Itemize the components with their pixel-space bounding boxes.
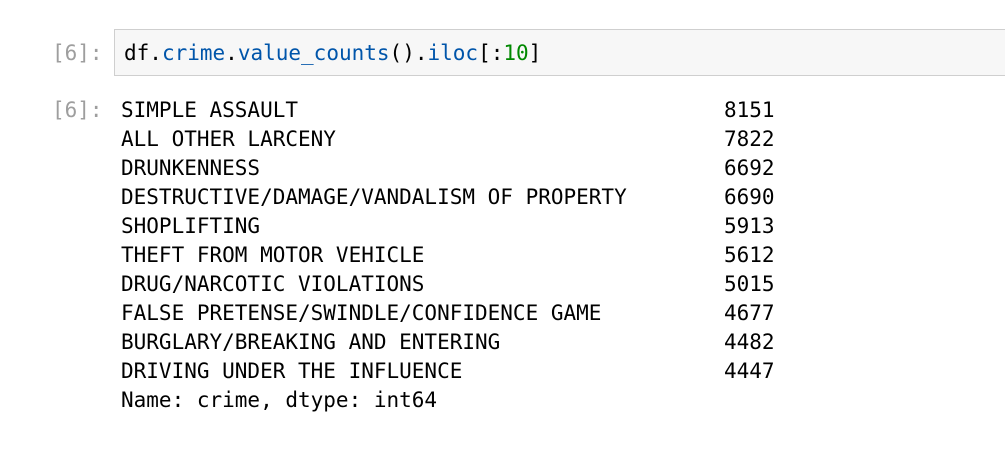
code-line[interactable]: df.crime.value_counts().iloc[:10] bbox=[124, 39, 541, 68]
output-row-label: DRUG/NARCOTIC VIOLATIONS bbox=[121, 272, 425, 296]
output-row-value: 7822 bbox=[724, 127, 775, 151]
output-area: SIMPLE ASSAULT 8151 ALL OTHER LARCENY 78… bbox=[121, 96, 821, 415]
output-row-value: 5612 bbox=[724, 243, 775, 267]
code-output-cell: [6]: SIMPLE ASSAULT 8151 ALL OTHER LARCE… bbox=[0, 96, 1005, 416]
code-token-attribute: crime bbox=[161, 41, 226, 65]
output-row-value: 4482 bbox=[724, 330, 775, 354]
output-row-label: BURGLARY/BREAKING AND ENTERING bbox=[121, 330, 501, 354]
code-token-method: value_counts bbox=[237, 41, 390, 65]
output-row-value: 4677 bbox=[724, 301, 775, 325]
output-row: BURGLARY/BREAKING AND ENTERING 4482 bbox=[121, 328, 821, 357]
code-token-number: 10 bbox=[503, 41, 529, 65]
code-token-dot: . bbox=[225, 41, 238, 65]
code-editor[interactable]: df.crime.value_counts().iloc[:10] bbox=[114, 29, 1005, 76]
code-token-object: df bbox=[124, 41, 150, 65]
output-row-label: FALSE PRETENSE/SWINDLE/CONFIDENCE GAME bbox=[121, 301, 602, 325]
output-row-value: 8151 bbox=[724, 98, 775, 122]
code-token-dot: . bbox=[149, 41, 162, 65]
code-token-call: () bbox=[389, 41, 415, 65]
output-row: SIMPLE ASSAULT 8151 bbox=[121, 96, 821, 125]
output-row-label: DRIVING UNDER THE INFLUENCE bbox=[121, 359, 463, 383]
output-row-value: 5015 bbox=[724, 272, 775, 296]
output-row: FALSE PRETENSE/SWINDLE/CONFIDENCE GAME 4… bbox=[121, 299, 821, 328]
output-row: DRUNKENNESS 6692 bbox=[121, 154, 821, 183]
input-prompt: [6]: bbox=[52, 41, 103, 65]
code-input-cell[interactable]: [6]: df.crime.value_counts().iloc[:10] bbox=[0, 29, 1005, 78]
output-row: SHOPLIFTING 5913 bbox=[121, 212, 821, 241]
code-token-dot: . bbox=[414, 41, 428, 65]
output-row-label: DRUNKENNESS bbox=[121, 156, 261, 180]
output-row: THEFT FROM MOTOR VEHICLE 5612 bbox=[121, 241, 821, 270]
output-row-label: SIMPLE ASSAULT bbox=[121, 98, 299, 122]
output-row-label: THEFT FROM MOTOR VEHICLE bbox=[121, 243, 425, 267]
code-token-attribute: iloc bbox=[427, 41, 479, 65]
output-row: ALL OTHER LARCENY 7822 bbox=[121, 125, 821, 154]
output-row-label: DESTRUCTIVE/DAMAGE/VANDALISM OF PROPERTY bbox=[121, 185, 627, 209]
series-info-footer: Name: crime, dtype: int64 bbox=[121, 388, 438, 412]
output-row-value: 4447 bbox=[724, 359, 775, 383]
output-row-value: 6690 bbox=[724, 185, 775, 209]
code-token-bracket-open: [: bbox=[478, 41, 504, 65]
output-row: DESTRUCTIVE/DAMAGE/VANDALISM OF PROPERTY… bbox=[121, 183, 821, 212]
output-row-value: 6692 bbox=[724, 156, 775, 180]
output-prompt: [6]: bbox=[52, 98, 103, 122]
output-row: DRUG/NARCOTIC VIOLATIONS 5015 bbox=[121, 270, 821, 299]
output-row-label: ALL OTHER LARCENY bbox=[121, 127, 336, 151]
output-row: DRIVING UNDER THE INFLUENCE 4447 bbox=[121, 357, 821, 386]
code-token-bracket-close: ] bbox=[528, 41, 542, 65]
output-row-value: 5913 bbox=[724, 214, 775, 238]
output-row-label: SHOPLIFTING bbox=[121, 214, 261, 238]
